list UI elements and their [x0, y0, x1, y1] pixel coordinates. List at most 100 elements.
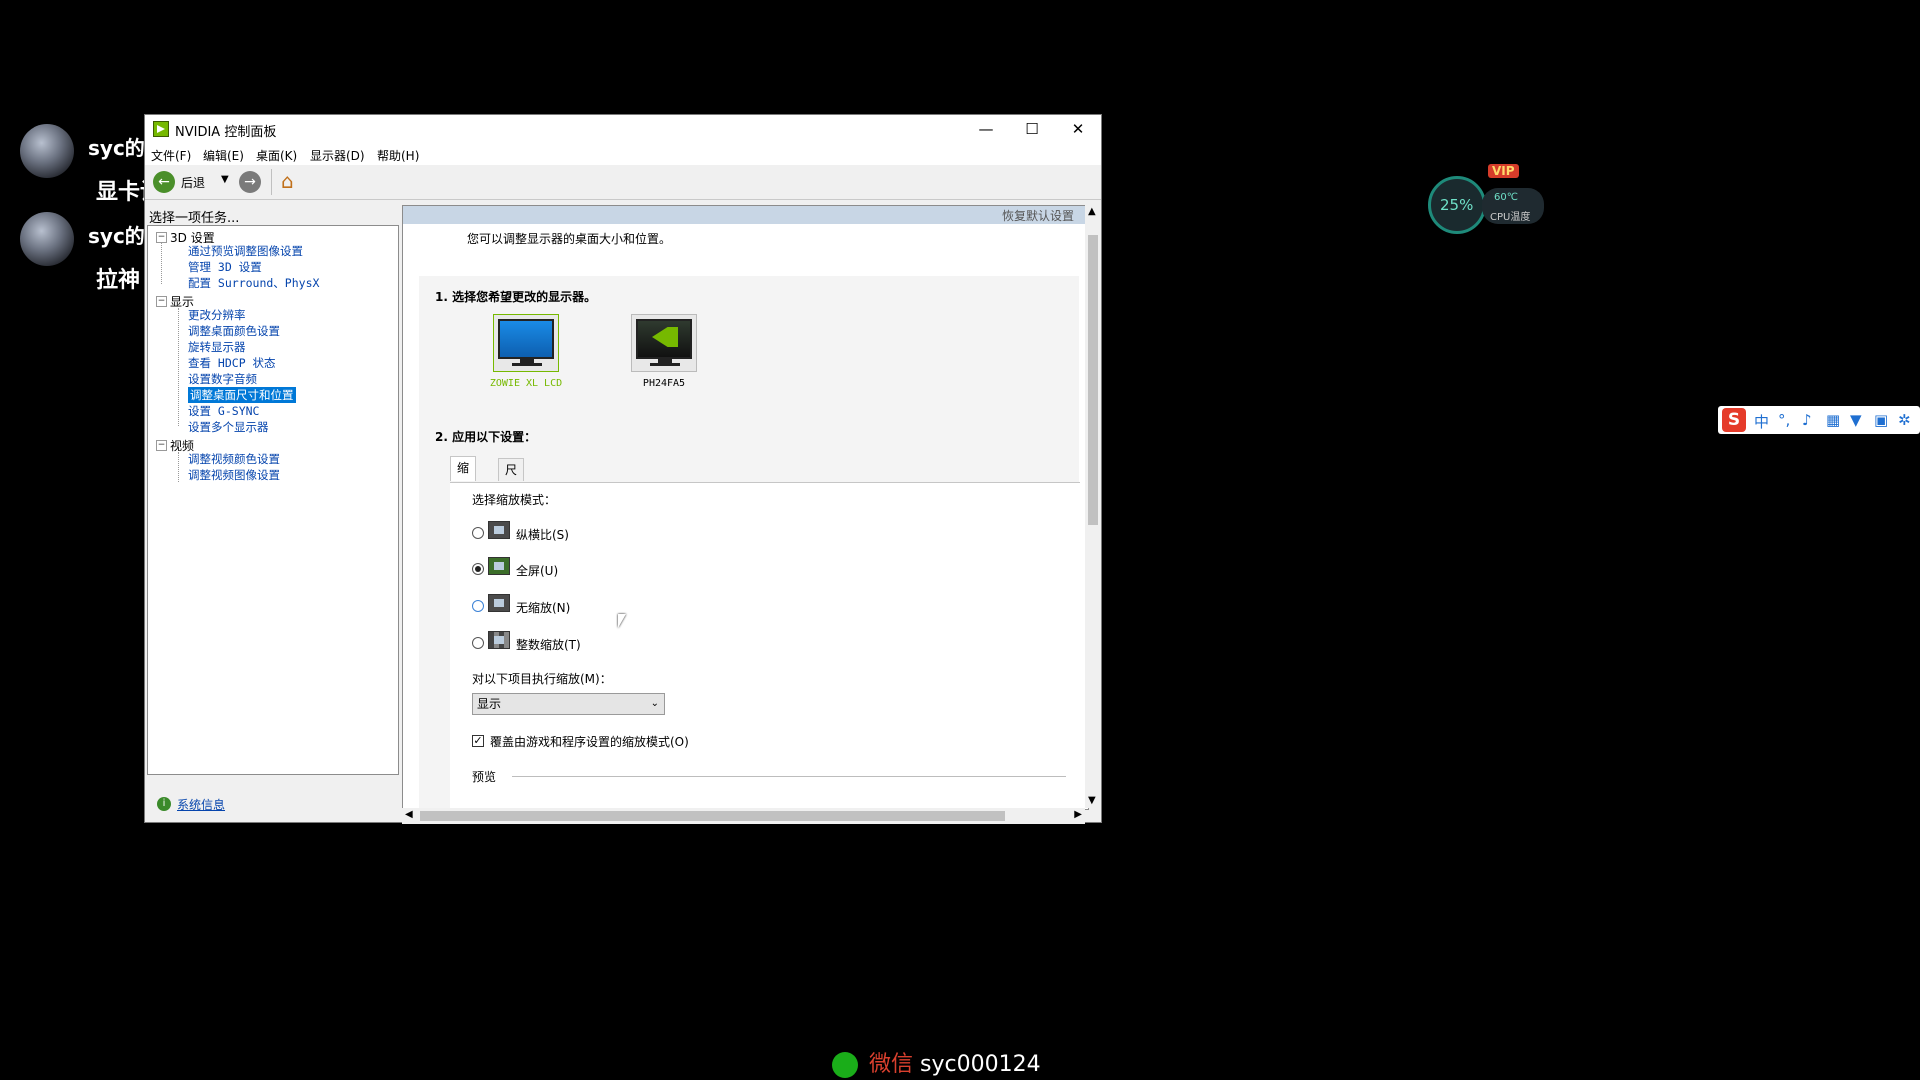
- radio-full-screen[interactable]: [472, 563, 484, 575]
- page-banner: 恢复默认设置: [403, 206, 1088, 224]
- menu-bar: 文件(F) 编辑(E) 桌面(K) 显示器(D) 帮助(H): [145, 143, 1101, 165]
- tree-item-desktop-size-position[interactable]: 调整桌面尺寸和位置: [188, 387, 296, 403]
- nvidia-control-panel-window: NVIDIA 控制面板 — ☐ ✕ 文件(F) 编辑(E) 桌面(K) 显示器(…: [144, 114, 1102, 824]
- chevron-down-icon: ⌄: [650, 698, 659, 709]
- scroll-right-icon[interactable]: ▶: [1074, 809, 1082, 820]
- monitor-base: [512, 363, 542, 366]
- system-info-link[interactable]: 系统信息: [177, 796, 225, 813]
- aspect-ratio-icon: [488, 521, 510, 539]
- monitor-ph24fa5[interactable]: [631, 314, 697, 372]
- nvidia-logo-icon: [153, 121, 169, 137]
- skin-icon[interactable]: ▼: [1850, 411, 1862, 429]
- tree-item-gsync[interactable]: 设置 G-SYNC: [188, 403, 259, 419]
- tree-toggle-video[interactable]: −: [156, 440, 167, 451]
- ime-language-toggle[interactable]: 中: [1754, 411, 1769, 432]
- perform-scaling-value: 显示: [477, 697, 502, 711]
- back-arrow-icon[interactable]: ←: [153, 171, 175, 193]
- tree-item-multiple-displays[interactable]: 设置多个显示器: [188, 419, 269, 435]
- tree-item-video-image[interactable]: 调整视频图像设置: [188, 467, 280, 483]
- tree-item-manage-3d[interactable]: 管理 3D 设置: [188, 259, 262, 275]
- tree-item-video-color[interactable]: 调整视频颜色设置: [188, 451, 280, 467]
- monitor-base: [650, 363, 680, 366]
- vertical-scroll-thumb[interactable]: [1088, 235, 1098, 525]
- home-icon[interactable]: ⌂: [281, 169, 305, 193]
- scroll-down-icon[interactable]: ▼: [1088, 795, 1096, 806]
- radio-aspect-ratio[interactable]: [472, 527, 484, 539]
- tree-item-change-resolution[interactable]: 更改分辨率: [188, 307, 246, 323]
- restore-defaults-link[interactable]: 恢复默认设置: [1002, 207, 1074, 224]
- wechat-watermark: 微信 syc000124: [832, 1046, 1041, 1078]
- tree-toggle-display[interactable]: −: [156, 296, 167, 307]
- no-scaling-label[interactable]: 无缩放(N): [516, 599, 570, 616]
- override-scaling-checkbox[interactable]: ✓: [472, 735, 484, 747]
- wechat-label: 微信: [869, 1052, 914, 1077]
- no-scaling-icon: [488, 594, 510, 612]
- horizontal-scroll-thumb[interactable]: [420, 811, 1005, 821]
- perform-scaling-label: 对以下项目执行缩放(M)：: [472, 672, 612, 686]
- radio-no-scaling[interactable]: [472, 600, 484, 612]
- tree-item-rotate-display[interactable]: 旋转显示器: [188, 339, 246, 355]
- window-title: NVIDIA 控制面板: [175, 125, 277, 140]
- menu-edit[interactable]: 编辑(E): [203, 147, 244, 164]
- ime-toolbar: S 中 °, ♪ ▦ ▼ ▣ ✲: [1718, 406, 1920, 434]
- preview-label: 预览: [472, 770, 497, 784]
- forward-arrow-icon[interactable]: →: [239, 171, 261, 193]
- tree-item-surround-physx[interactable]: 配置 Surround、PhysX: [188, 275, 319, 291]
- task-tree: − 3D 设置 通过预览调整图像设置 管理 3D 设置 配置 Surround、…: [147, 225, 399, 775]
- tree-line: [178, 452, 179, 482]
- horizontal-scrollbar[interactable]: ◀ ▶: [402, 808, 1085, 824]
- tree-line: [178, 308, 179, 426]
- menu-help[interactable]: 帮助(H): [377, 147, 419, 164]
- full-screen-icon: [488, 557, 510, 575]
- cpu-temp-value: 60℃: [1494, 192, 1518, 203]
- preview-divider: [512, 776, 1066, 777]
- scroll-up-icon[interactable]: ▲: [1088, 206, 1096, 217]
- tab-size[interactable]: 尺寸: [498, 458, 525, 499]
- maximize-button[interactable]: ☐: [1009, 115, 1055, 143]
- chat-avatar-1: [20, 124, 74, 178]
- microphone-icon[interactable]: ♪: [1802, 411, 1812, 429]
- settings-gear-icon[interactable]: ✲: [1898, 411, 1911, 429]
- integer-scaling-icon: [488, 631, 510, 649]
- tree-item-hdcp-status[interactable]: 查看 HDCP 状态: [188, 355, 276, 371]
- aspect-ratio-label[interactable]: 纵横比(S): [516, 526, 569, 543]
- toolbox-icon[interactable]: ▣: [1874, 411, 1888, 429]
- step-2-title: 2. 应用以下设置：: [435, 430, 537, 444]
- step-1-title: 1. 选择您希望更改的显示器。: [435, 290, 597, 304]
- vip-badge[interactable]: VIP: [1488, 164, 1519, 178]
- minimize-button[interactable]: —: [963, 115, 1009, 143]
- monitor-label-ph24fa5: PH24FA5: [642, 378, 686, 389]
- mouse-cursor-icon: [618, 614, 626, 628]
- integer-scaling-label[interactable]: 整数缩放(T): [516, 636, 581, 653]
- tree-item-desktop-color[interactable]: 调整桌面颜色设置: [188, 323, 280, 339]
- radio-integer-scaling[interactable]: [472, 637, 484, 649]
- toolbar: ← 后退 ▼ → ⌂: [145, 165, 1101, 200]
- perform-scaling-select[interactable]: 显示 ⌄: [472, 693, 665, 715]
- sogou-logo-icon[interactable]: S: [1722, 408, 1746, 432]
- keyboard-icon[interactable]: ▦: [1826, 411, 1840, 429]
- scaling-mode-label: 选择缩放模式：: [472, 493, 557, 507]
- scroll-left-icon[interactable]: ◀: [405, 809, 413, 820]
- tree-line: [161, 242, 162, 284]
- close-button[interactable]: ✕: [1055, 115, 1101, 143]
- vertical-scrollbar[interactable]: ▲ ▼: [1085, 205, 1101, 808]
- tab-scaling[interactable]: 缩放: [450, 456, 477, 497]
- punctuation-icon[interactable]: °,: [1778, 411, 1790, 429]
- tree-item-adjust-image-preview[interactable]: 通过预览调整图像设置: [188, 243, 303, 259]
- title-bar[interactable]: NVIDIA 控制面板 — ☐ ✕: [145, 115, 1101, 143]
- back-dropdown-icon[interactable]: ▼: [221, 174, 229, 185]
- back-button-label[interactable]: 后退: [181, 174, 205, 191]
- chat-message-2: 拉神: [96, 268, 141, 293]
- cpu-temp-label: CPU温度: [1490, 212, 1531, 223]
- menu-file[interactable]: 文件(F): [151, 147, 191, 164]
- system-info-icon: i: [157, 797, 171, 811]
- task-pane-header: 选择一项任务...: [149, 211, 240, 226]
- override-scaling-label[interactable]: 覆盖由游戏和程序设置的缩放模式(O): [490, 733, 689, 750]
- menu-display[interactable]: 显示器(D): [310, 147, 365, 164]
- full-screen-label[interactable]: 全屏(U): [516, 562, 558, 579]
- monitor-label-zowie: ZOWIE XL LCD: [489, 378, 563, 389]
- monitor-icon: [498, 319, 554, 359]
- tree-item-digital-audio[interactable]: 设置数字音频: [188, 371, 257, 387]
- menu-desktop[interactable]: 桌面(K): [256, 147, 297, 164]
- monitor-zowie[interactable]: [493, 314, 559, 372]
